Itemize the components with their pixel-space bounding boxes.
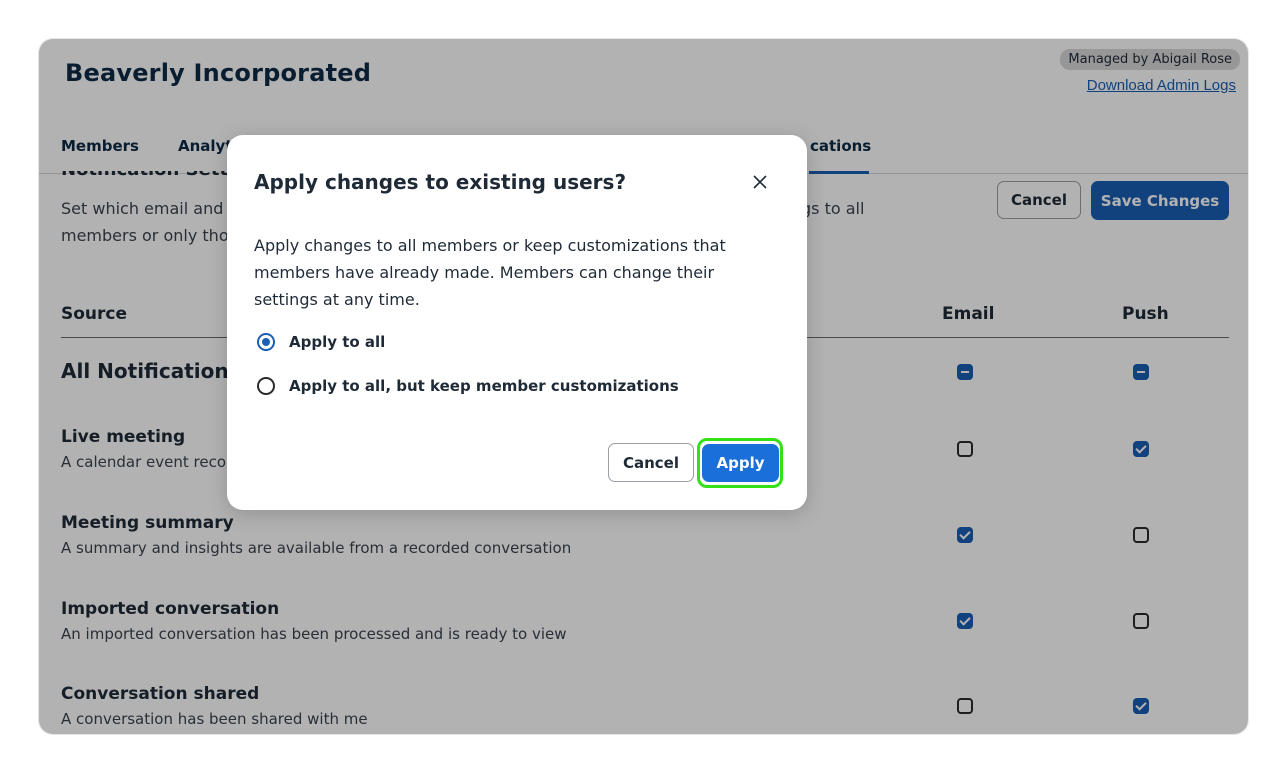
option-label: Apply to all, but keep member customizat…	[289, 377, 679, 395]
apply-changes-dialog: Apply changes to existing users? Apply c…	[227, 135, 807, 510]
dialog-apply-button[interactable]: Apply	[702, 444, 779, 482]
close-icon[interactable]	[749, 171, 771, 193]
option-label: Apply to all	[289, 333, 386, 351]
dialog-title: Apply changes to existing users?	[254, 170, 627, 194]
option-keep-customizations[interactable]: Apply to all, but keep member customizat…	[257, 377, 679, 395]
dialog-cancel-button[interactable]: Cancel	[608, 443, 694, 482]
dialog-body: Apply changes to all members or keep cus…	[254, 236, 726, 309]
radio-unselected[interactable]	[257, 377, 275, 395]
radio-selected[interactable]	[257, 333, 275, 351]
option-apply-to-all[interactable]: Apply to all	[257, 333, 385, 351]
